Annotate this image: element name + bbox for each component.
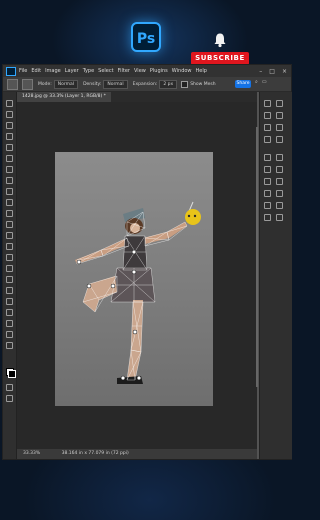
quick-mask-icon[interactable] xyxy=(6,384,13,391)
density-select[interactable]: Normal xyxy=(103,79,128,89)
status-bar: 33.33% 38.164 in x 77.079 in (72 ppi) xyxy=(17,449,257,459)
maximize-icon[interactable]: □ xyxy=(269,68,275,75)
clone-source-panel-icon[interactable] xyxy=(276,214,283,221)
photoshop-window: File Edit Image Layer Type Select Filter… xyxy=(2,64,292,460)
clone-stamp-tool-icon[interactable] xyxy=(6,210,13,217)
right-panel-dock xyxy=(259,92,292,459)
rectangle-tool-icon[interactable] xyxy=(6,309,13,316)
search-icon[interactable]: ⌕ xyxy=(255,79,258,85)
menu-bar: File Edit Image Layer Type Select Filter… xyxy=(3,65,291,77)
layers-panel-icon[interactable] xyxy=(264,154,271,161)
healing-brush-tool-icon[interactable] xyxy=(6,188,13,195)
info-panel-icon[interactable] xyxy=(276,190,283,197)
window-controls: – □ × xyxy=(259,65,287,77)
bell-icon xyxy=(212,32,228,48)
options-bar: Mode: Normal Density: Normal Expansion: … xyxy=(3,77,291,92)
history-brush-tool-icon[interactable] xyxy=(6,221,13,228)
menu-file[interactable]: File xyxy=(19,68,27,74)
photoshop-logo: Ps xyxy=(131,22,161,52)
show-mesh-checkbox[interactable] xyxy=(181,80,189,88)
paths-panel-icon[interactable] xyxy=(264,166,271,173)
path-selection-tool-icon[interactable] xyxy=(6,298,13,305)
density-label: Density: xyxy=(83,81,102,87)
top-right-icons: ⌕ ▭ xyxy=(255,79,267,85)
libraries-panel-icon[interactable] xyxy=(276,136,283,143)
learn-panel-icon[interactable] xyxy=(264,100,271,107)
menu-plugins[interactable]: Plugins xyxy=(150,68,168,74)
home-icon[interactable] xyxy=(7,78,18,90)
artboard-tool-icon[interactable] xyxy=(6,111,13,118)
zoom-tool-icon[interactable] xyxy=(6,331,13,338)
menu-window[interactable]: Window xyxy=(172,68,192,74)
dancer-photo-with-puppet-mesh xyxy=(75,201,201,384)
menu-view[interactable]: View xyxy=(134,68,146,74)
close-icon[interactable]: × xyxy=(282,68,287,75)
workspace-icon[interactable]: ▭ xyxy=(262,79,267,85)
puppet-warp-tool-icon[interactable] xyxy=(22,78,33,90)
eraser-tool-icon[interactable] xyxy=(6,232,13,239)
lasso-tool-icon[interactable] xyxy=(6,133,13,140)
document-info: 38.164 in x 77.079 in (72 ppi) xyxy=(61,451,129,456)
eyedropper-tool-icon[interactable] xyxy=(6,177,13,184)
menu-edit[interactable]: Edit xyxy=(31,68,41,74)
adjustments-panel-icon[interactable] xyxy=(264,136,271,143)
swatches-panel-icon[interactable] xyxy=(264,112,271,119)
navigator-panel-icon[interactable] xyxy=(264,202,271,209)
dodge-tool-icon[interactable] xyxy=(6,265,13,272)
menu-filter[interactable]: Filter xyxy=(118,68,130,74)
document-canvas[interactable] xyxy=(55,152,213,406)
color-panel-icon[interactable] xyxy=(276,100,283,107)
patterns-panel-icon[interactable] xyxy=(264,124,271,131)
marquee-tool-icon[interactable] xyxy=(6,122,13,129)
minimize-icon[interactable]: – xyxy=(259,68,262,75)
history-panel-icon[interactable] xyxy=(276,166,283,173)
character-panel-icon[interactable] xyxy=(276,178,283,185)
zoom-level[interactable]: 33.33% xyxy=(23,451,40,456)
histogram-panel-icon[interactable] xyxy=(276,202,283,209)
tools-panel xyxy=(3,92,17,459)
hand-tool-icon[interactable] xyxy=(6,320,13,327)
document-tabs: 1428.jpg @ 33.3% (Layer 1, RGB/8) * xyxy=(17,92,257,102)
paragraph-panel-icon[interactable] xyxy=(264,190,271,197)
menu-help[interactable]: Help xyxy=(196,68,207,74)
move-tool-icon[interactable] xyxy=(6,100,13,107)
blur-tool-icon[interactable] xyxy=(6,254,13,261)
share-button[interactable]: Share xyxy=(235,80,251,88)
menu-layer[interactable]: Layer xyxy=(65,68,79,74)
object-select-tool-icon[interactable] xyxy=(6,144,13,151)
mode-label: Mode: xyxy=(38,81,52,87)
gradient-tool-icon[interactable] xyxy=(6,243,13,250)
pen-tool-icon[interactable] xyxy=(6,276,13,283)
gradients-panel-icon[interactable] xyxy=(276,112,283,119)
show-mesh-label: Show Mesh xyxy=(190,81,216,87)
properties-panel-icon[interactable] xyxy=(276,124,283,131)
brushes-panel-icon[interactable] xyxy=(264,214,271,221)
crop-tool-icon[interactable] xyxy=(6,155,13,162)
background-color-swatch[interactable] xyxy=(8,370,16,378)
brush-tool-icon[interactable] xyxy=(6,199,13,206)
mode-select[interactable]: Normal xyxy=(53,79,79,89)
vertical-scrollbar[interactable] xyxy=(256,127,258,387)
expansion-input[interactable]: 2 px xyxy=(159,79,178,89)
type-tool-icon[interactable] xyxy=(6,287,13,294)
menu-image[interactable]: Image xyxy=(45,68,61,74)
edit-toolbar-icon[interactable] xyxy=(6,342,13,349)
channels-panel-icon[interactable] xyxy=(276,154,283,161)
menu-type[interactable]: Type xyxy=(83,68,94,74)
frame-tool-icon[interactable] xyxy=(6,166,13,173)
canvas-area[interactable] xyxy=(17,102,257,449)
ps-app-icon xyxy=(6,66,16,76)
document-tab[interactable]: 1428.jpg @ 33.3% (Layer 1, RGB/8) * xyxy=(17,92,111,102)
expansion-label: Expansion: xyxy=(132,81,158,87)
actions-panel-icon[interactable] xyxy=(264,178,271,185)
menu-select[interactable]: Select xyxy=(98,68,113,74)
screen-mode-icon[interactable] xyxy=(6,395,13,402)
